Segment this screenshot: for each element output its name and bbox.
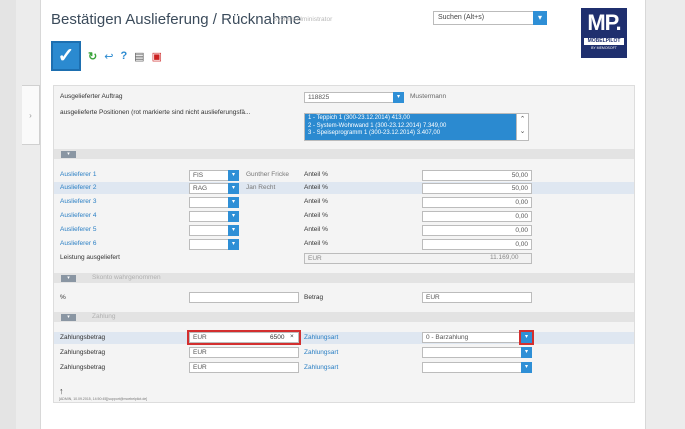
chevron-down-icon[interactable]: ⌄ — [517, 126, 528, 138]
positions-label: ausgelieferte Positionen (rot markierte … — [60, 109, 251, 116]
anteil-label: Anteil % — [304, 240, 328, 247]
auslieferer-dropdown-icon[interactable]: ▾ — [228, 183, 239, 194]
skonto-betrag-input[interactable]: EUR — [422, 292, 532, 303]
auslieferer-dropdown-icon[interactable]: ▾ — [228, 211, 239, 222]
highlight-frame — [187, 330, 301, 345]
zahlungsart-select[interactable] — [422, 362, 532, 373]
chevron-up-icon[interactable]: ⌃ — [517, 114, 528, 126]
search-dropdown-icon[interactable]: ▾ — [533, 11, 547, 25]
leistung-label: Leistung ausgeliefert — [60, 254, 120, 261]
help-icon[interactable]: ? — [120, 50, 127, 62]
zahlungsart-label[interactable]: Zahlungsart — [304, 349, 338, 356]
side-panel-toggle[interactable]: › — [22, 85, 40, 145]
auslieferer-name: Jan Recht — [246, 184, 276, 191]
zahlungsart-dropdown-icon[interactable]: ▾ — [521, 362, 532, 373]
section-header-skonto[interactable]: ▾ Skonto wahrgenommen — [54, 273, 634, 283]
zahlungsbetrag-label: Zahlungsbetrag — [60, 334, 106, 341]
scroll-top-icon[interactable]: ↑ — [59, 386, 64, 396]
anteil-label: Anteil % — [304, 184, 328, 191]
search-input[interactable]: Suchen (Alt+s) — [433, 11, 541, 25]
section-header-auslieferer[interactable]: ▾ — [54, 149, 634, 159]
customer-name: Mustermann — [410, 93, 447, 100]
user-label: Systemadministrator — [273, 16, 333, 23]
auslieferer-code-input[interactable] — [189, 239, 231, 250]
left-margin — [0, 0, 16, 429]
list-item[interactable]: 3 - Speiseprogramm 1 (300-23.12.2014) 3.… — [308, 130, 525, 138]
auftrag-label: Ausgelieferter Auftrag — [60, 93, 123, 100]
anteil-label: Anteil % — [304, 212, 328, 219]
auslieferer-label[interactable]: Auslieferer 3 — [60, 198, 97, 205]
moebelpilot-logo: MP. MÖBELPILOT BY MEMOSOFT — [581, 8, 627, 58]
zahlungsart-dropdown-icon[interactable]: ▾ — [521, 347, 532, 358]
zahlungsbetrag-label: Zahlungsbetrag — [60, 364, 106, 371]
highlight-frame — [519, 330, 534, 345]
print-icon[interactable]: ▤ — [134, 50, 144, 63]
zahlungsart-label[interactable]: Zahlungsart — [304, 364, 338, 371]
auslieferer-label[interactable]: Auslieferer 6 — [60, 240, 97, 247]
listbox-scrollbar[interactable]: ⌃ ⌄ — [516, 113, 529, 141]
list-item[interactable]: 2 - System-Wohnwand 1 (300-23.12.2014) 7… — [308, 123, 525, 131]
pdf-icon[interactable]: ▣ — [152, 50, 162, 63]
skonto-percent-label: % — [60, 294, 66, 301]
auslieferer-dropdown-icon[interactable]: ▾ — [228, 197, 239, 208]
main-area: Bestätigen Auslieferung / Rücknahme Syst… — [40, 0, 646, 429]
refresh-icon[interactable]: ↻ — [88, 50, 97, 63]
auslieferer-name: Gunther Fricke — [246, 171, 289, 178]
auslieferer-dropdown-icon[interactable]: ▾ — [228, 170, 239, 181]
auftrag-number-input[interactable]: 118825 — [304, 92, 404, 103]
collapse-icon[interactable]: ▾ — [61, 314, 76, 321]
auslieferer-label[interactable]: Auslieferer 2 — [60, 184, 97, 191]
collapse-icon[interactable]: ▾ — [61, 275, 76, 282]
anteil-label: Anteil % — [304, 198, 328, 205]
leistung-value: 11.169,00 — [490, 254, 519, 261]
list-item[interactable]: 1 - Teppich 1 (300-23.12.2014) 413,00 — [308, 115, 525, 123]
zahlungsbetrag-label: Zahlungsbetrag — [60, 349, 106, 356]
footer-info: [ADMIN, 10.09.2015, 14:50:45][support@mo… — [59, 397, 148, 401]
anteil-input[interactable]: 0,00 — [422, 211, 532, 222]
row-highlight — [54, 332, 634, 344]
auslieferer-code-input[interactable] — [189, 197, 231, 208]
page-title: Bestätigen Auslieferung / Rücknahme — [51, 11, 302, 28]
collapse-icon[interactable]: ▾ — [61, 151, 76, 158]
auslieferer-label[interactable]: Auslieferer 1 — [60, 171, 97, 178]
zahlungsart-label[interactable]: Zahlungsart — [304, 334, 338, 341]
toolbar: ✓ ↻ ↩ ? ▤ ▣ — [51, 38, 162, 74]
zahlungsart-select[interactable] — [422, 347, 532, 358]
form-panel: Ausgelieferter Auftrag 118825 ▾ Musterma… — [53, 85, 635, 403]
section-header-zahlung[interactable]: ▾ Zahlung — [54, 312, 634, 322]
anteil-input[interactable]: 0,00 — [422, 225, 532, 236]
auslieferer-code-input[interactable] — [189, 211, 231, 222]
anteil-label: Anteil % — [304, 226, 328, 233]
anteil-input[interactable]: 0,00 — [422, 239, 532, 250]
auslieferer-dropdown-icon[interactable]: ▾ — [228, 239, 239, 250]
auslieferer-code-input[interactable]: RAG — [189, 183, 231, 194]
auslieferer-code-input[interactable]: FIS — [189, 170, 231, 181]
section-title: Zahlung — [92, 313, 116, 320]
section-title: Skonto wahrgenommen — [92, 274, 161, 281]
auftrag-dropdown-icon[interactable]: ▾ — [393, 92, 404, 103]
positions-listbox[interactable]: 1 - Teppich 1 (300-23.12.2014) 413,00 2 … — [304, 113, 529, 141]
confirm-button[interactable]: ✓ — [51, 41, 81, 71]
skonto-betrag-label: Betrag — [304, 294, 324, 301]
zahlungsbetrag-currency[interactable]: EUR — [189, 362, 299, 373]
anteil-label: Anteil % — [304, 171, 328, 178]
app-window: Bestätigen Auslieferung / Rücknahme Syst… — [0, 0, 685, 429]
auslieferer-dropdown-icon[interactable]: ▾ — [228, 225, 239, 236]
anteil-input[interactable]: 0,00 — [422, 197, 532, 208]
auslieferer-label[interactable]: Auslieferer 4 — [60, 212, 97, 219]
zahlungsart-select[interactable]: 0 - Barzahlung — [422, 332, 532, 343]
chevron-right-icon[interactable]: › — [29, 111, 32, 120]
skonto-percent-input[interactable] — [189, 292, 299, 303]
row-highlight — [54, 182, 634, 194]
anteil-input[interactable]: 50,00 — [422, 170, 532, 181]
auslieferer-label[interactable]: Auslieferer 5 — [60, 226, 97, 233]
auslieferer-code-input[interactable] — [189, 225, 231, 236]
anteil-input[interactable]: 50,00 — [422, 183, 532, 194]
back-icon[interactable]: ↩ — [104, 50, 113, 63]
zahlungsbetrag-currency[interactable]: EUR — [189, 347, 299, 358]
